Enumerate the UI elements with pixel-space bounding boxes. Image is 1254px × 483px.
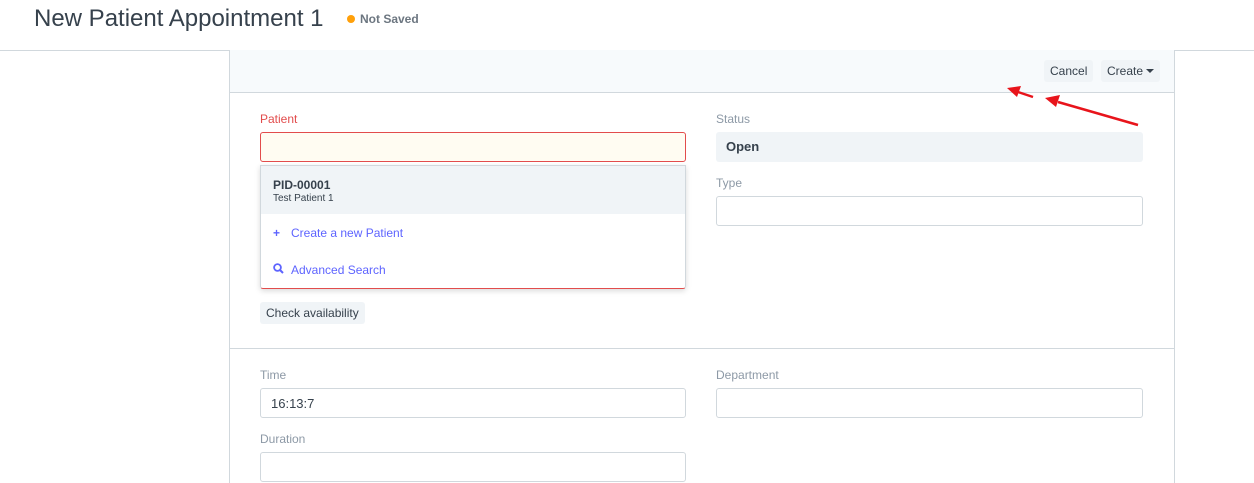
annotation-arrow-icon (1045, 95, 1139, 127)
annotation-arrow-icon (1007, 86, 1034, 99)
annotation-arrows (1007, 86, 1139, 127)
